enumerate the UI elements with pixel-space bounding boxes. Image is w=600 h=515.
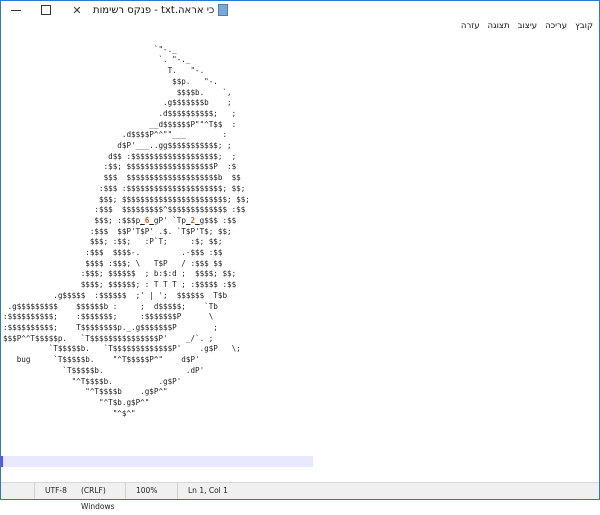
notepad-window: ✕ כי אראה.txt - פנקס רשימות קובץ עריכה ע… [0, 0, 600, 511]
current-line-highlight [1, 456, 313, 467]
notepad-app-icon [218, 4, 229, 16]
title-bar: ✕ כי אראה.txt - פנקס רשימות [1, 1, 599, 19]
menu-view[interactable]: תצוגה [484, 21, 514, 31]
maximize-button[interactable] [31, 1, 61, 19]
status-bar: UTF-8 (CRLF) Windows 100% Ln 1, Col 1 [1, 482, 599, 511]
minimize-button[interactable] [1, 1, 31, 19]
menu-file[interactable]: קובץ [571, 21, 597, 31]
menu-format[interactable]: עיצוב [514, 21, 542, 31]
menu-bar: קובץ עריכה עיצוב תצוגה עזרה [1, 19, 599, 33]
text-editor-area[interactable]: `"-._ `. "-._ T. "-. $$p. "-. $$$$b. `, [1, 34, 585, 482]
status-line-ending: (CRLF) Windows [81, 486, 115, 511]
menu-help[interactable]: עזרה [457, 21, 484, 31]
close-icon: ✕ [72, 3, 82, 17]
maximize-icon [41, 5, 51, 15]
title-area: כי אראה.txt - פנקס רשימות [93, 4, 599, 16]
vertical-scrollbar[interactable] [585, 34, 599, 482]
minimize-icon [11, 9, 21, 11]
status-zoom: 100% [125, 483, 177, 499]
ascii-art-text[interactable]: `"-._ `. "-._ T. "-. $$p. "-. $$$$b. `, [1, 34, 585, 419]
status-cursor-position: Ln 1, Col 1 [177, 483, 307, 499]
window-title: כי אראה.txt - פנקס רשימות [93, 4, 215, 16]
close-button[interactable]: ✕ [61, 1, 93, 19]
menu-edit[interactable]: עריכה [541, 21, 571, 31]
